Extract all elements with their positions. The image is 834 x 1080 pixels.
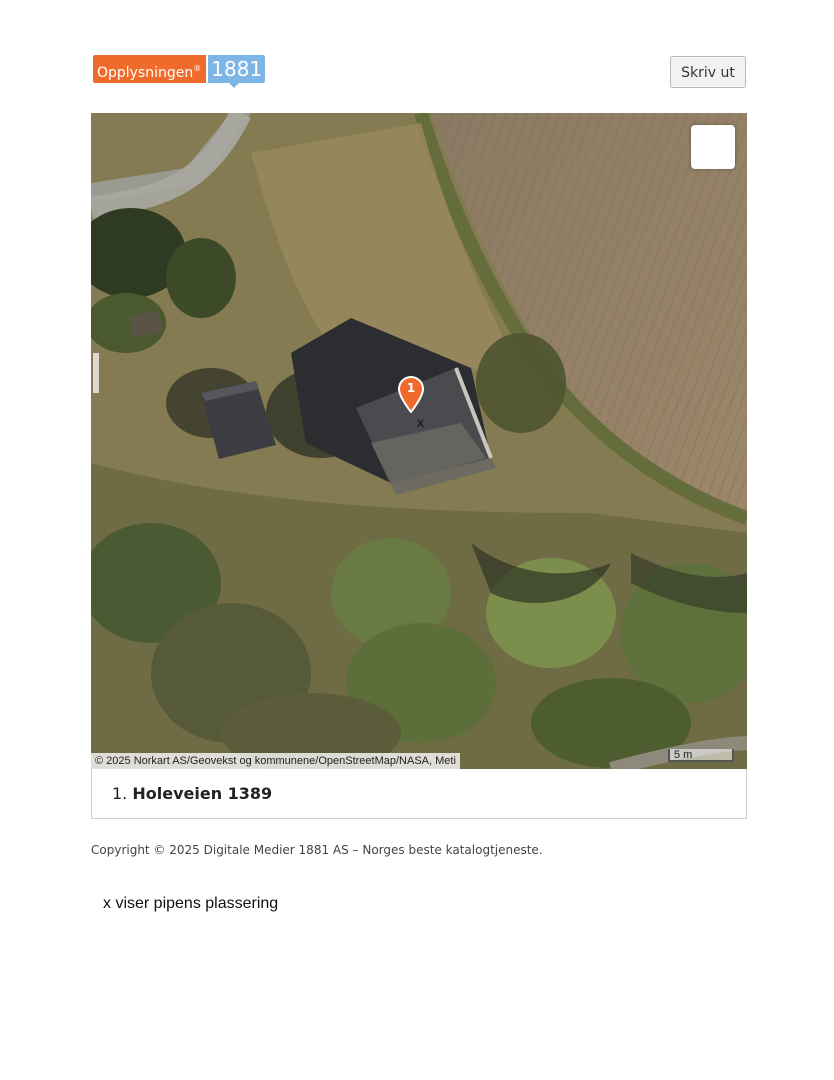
chimney-note: x viser pipens plassering [103,895,279,912]
aerial-imagery [91,113,747,769]
scale-bar: 5 m [668,749,734,762]
print-button[interactable]: Skriv ut [670,56,746,88]
result-index: 1. [112,784,128,803]
result-address: Holeveien 1389 [132,784,273,803]
logo-number: 1881 [208,55,266,88]
aerial-map[interactable]: 1 x © 2025 Norkart AS/Geovekst og kommun… [91,113,747,769]
opplysningen-logo[interactable]: Opplysningen® 1881 [93,55,266,88]
result-list-item[interactable]: 1. Holeveien 1389 [91,769,747,819]
chimney-marker: x [417,414,424,430]
logo-text: Opplysningen® [93,55,207,83]
map-fullscreen-button[interactable] [691,125,735,169]
location-marker[interactable]: 1 [397,375,425,413]
map-attribution: © 2025 Norkart AS/Geovekst og kommunene/… [91,753,460,769]
copyright-text: Copyright © 2025 Digitale Medier 1881 AS… [91,843,543,857]
marker-number: 1 [406,381,416,395]
